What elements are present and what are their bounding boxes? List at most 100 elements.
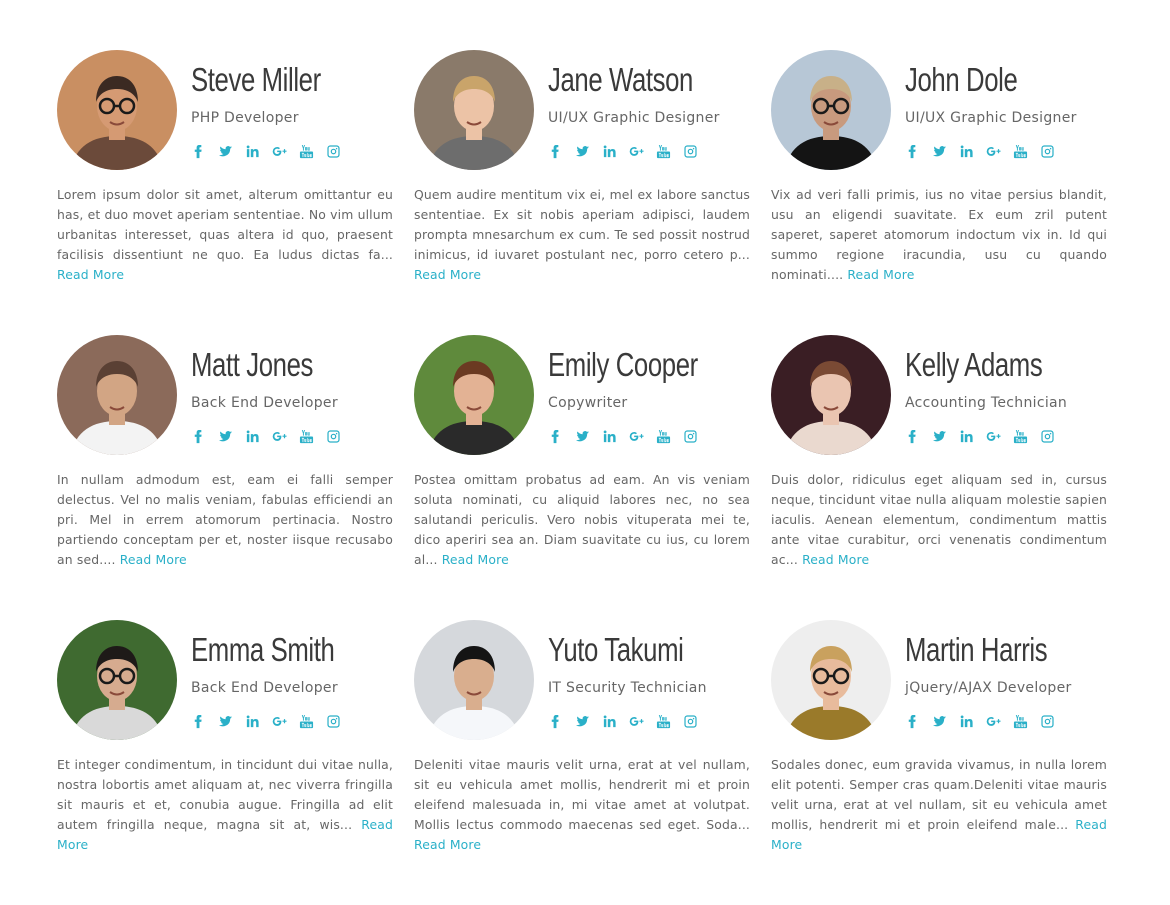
member-role: jQuery/AJAX Developer	[905, 680, 1072, 696]
linkedin-icon[interactable]	[245, 712, 272, 730]
portrait-photo	[57, 50, 177, 170]
social-links	[548, 712, 710, 730]
facebook-icon[interactable]	[191, 712, 218, 730]
member-role: IT Security Technician	[548, 680, 707, 696]
member-bio: Lorem ipsum dolor sit amet, alterum omit…	[57, 185, 393, 285]
facebook-icon[interactable]	[905, 712, 932, 730]
twitter-icon[interactable]	[218, 427, 245, 445]
member-role: UI/UX Graphic Designer	[905, 110, 1077, 126]
linkedin-icon[interactable]	[245, 427, 272, 445]
google-plus-icon[interactable]	[629, 712, 656, 730]
twitter-icon[interactable]	[218, 142, 245, 160]
avatar	[414, 620, 534, 740]
instagram-icon[interactable]	[326, 427, 353, 445]
linkedin-icon[interactable]	[959, 712, 986, 730]
google-plus-icon[interactable]	[272, 142, 299, 160]
google-plus-icon[interactable]	[272, 712, 299, 730]
google-plus-icon[interactable]	[272, 427, 299, 445]
google-plus-icon[interactable]	[629, 142, 656, 160]
read-more-link[interactable]: Read More	[57, 267, 124, 282]
youtube-icon[interactable]	[299, 427, 326, 445]
team-member-card: Martin Harris jQuery/AJAX Developer Soda…	[771, 620, 1107, 905]
read-more-link[interactable]: Read More	[847, 267, 914, 282]
instagram-icon[interactable]	[326, 142, 353, 160]
read-more-link[interactable]: Read More	[414, 267, 481, 282]
twitter-icon[interactable]	[932, 712, 959, 730]
read-more-link[interactable]: Read More	[120, 552, 187, 567]
twitter-icon[interactable]	[575, 142, 602, 160]
youtube-icon[interactable]	[1013, 712, 1040, 730]
youtube-icon[interactable]	[656, 142, 683, 160]
youtube-icon[interactable]	[656, 427, 683, 445]
instagram-icon[interactable]	[1040, 142, 1067, 160]
facebook-icon[interactable]	[548, 142, 575, 160]
team-member-card: John Dole UI/UX Graphic Designer Vix ad …	[771, 50, 1107, 335]
linkedin-icon[interactable]	[245, 142, 272, 160]
facebook-icon[interactable]	[905, 427, 932, 445]
instagram-icon[interactable]	[683, 427, 710, 445]
social-links	[548, 427, 710, 445]
youtube-icon[interactable]	[299, 712, 326, 730]
team-grid: Steve Miller PHP Developer Lorem ipsum d…	[57, 50, 1107, 905]
bio-text: Sodales donec, eum gravida vivamus, in n…	[771, 757, 1107, 832]
bio-text: Deleniti vitae mauris velit urna, erat a…	[414, 757, 750, 832]
linkedin-icon[interactable]	[602, 142, 629, 160]
member-role: Copywriter	[548, 395, 628, 411]
twitter-icon[interactable]	[932, 427, 959, 445]
social-links	[191, 712, 353, 730]
member-bio: In nullam admodum est, eam ei falli semp…	[57, 470, 393, 570]
member-name: Emma Smith	[191, 631, 335, 668]
youtube-icon[interactable]	[1013, 427, 1040, 445]
member-bio: Deleniti vitae mauris velit urna, erat a…	[414, 755, 750, 855]
avatar	[414, 335, 534, 455]
member-name: Emily Cooper	[548, 346, 698, 383]
youtube-icon[interactable]	[656, 712, 683, 730]
facebook-icon[interactable]	[548, 712, 575, 730]
twitter-icon[interactable]	[218, 712, 245, 730]
linkedin-icon[interactable]	[959, 142, 986, 160]
portrait-photo	[414, 620, 534, 740]
member-name: Matt Jones	[191, 346, 314, 383]
team-member-card: Jane Watson UI/UX Graphic Designer Quem …	[414, 50, 750, 335]
facebook-icon[interactable]	[191, 142, 218, 160]
member-name: Kelly Adams	[905, 346, 1043, 383]
read-more-link[interactable]: Read More	[414, 837, 481, 852]
member-role: PHP Developer	[191, 110, 299, 126]
team-member-card: Emma Smith Back End Developer Et integer…	[57, 620, 393, 905]
google-plus-icon[interactable]	[629, 427, 656, 445]
google-plus-icon[interactable]	[986, 427, 1013, 445]
team-member-card: Steve Miller PHP Developer Lorem ipsum d…	[57, 50, 393, 335]
portrait-photo	[57, 620, 177, 740]
twitter-icon[interactable]	[932, 142, 959, 160]
portrait-photo	[414, 335, 534, 455]
youtube-icon[interactable]	[299, 142, 326, 160]
bio-text: Et integer condimentum, in tincidunt dui…	[57, 757, 393, 832]
portrait-photo	[771, 335, 891, 455]
avatar	[57, 620, 177, 740]
linkedin-icon[interactable]	[602, 712, 629, 730]
instagram-icon[interactable]	[1040, 427, 1067, 445]
social-links	[905, 712, 1067, 730]
twitter-icon[interactable]	[575, 427, 602, 445]
facebook-icon[interactable]	[191, 427, 218, 445]
social-links	[905, 142, 1067, 160]
avatar	[771, 335, 891, 455]
facebook-icon[interactable]	[548, 427, 575, 445]
youtube-icon[interactable]	[1013, 142, 1040, 160]
avatar	[414, 50, 534, 170]
google-plus-icon[interactable]	[986, 142, 1013, 160]
read-more-link[interactable]: Read More	[802, 552, 869, 567]
instagram-icon[interactable]	[683, 142, 710, 160]
linkedin-icon[interactable]	[602, 427, 629, 445]
instagram-icon[interactable]	[1040, 712, 1067, 730]
team-member-card: Emily Cooper Copywriter Postea omittam p…	[414, 335, 750, 620]
instagram-icon[interactable]	[326, 712, 353, 730]
instagram-icon[interactable]	[683, 712, 710, 730]
twitter-icon[interactable]	[575, 712, 602, 730]
facebook-icon[interactable]	[905, 142, 932, 160]
google-plus-icon[interactable]	[986, 712, 1013, 730]
bio-text: In nullam admodum est, eam ei falli semp…	[57, 472, 393, 567]
read-more-link[interactable]: Read More	[442, 552, 509, 567]
bio-text: Quem audire mentitum vix ei, mel ex labo…	[414, 187, 750, 262]
linkedin-icon[interactable]	[959, 427, 986, 445]
